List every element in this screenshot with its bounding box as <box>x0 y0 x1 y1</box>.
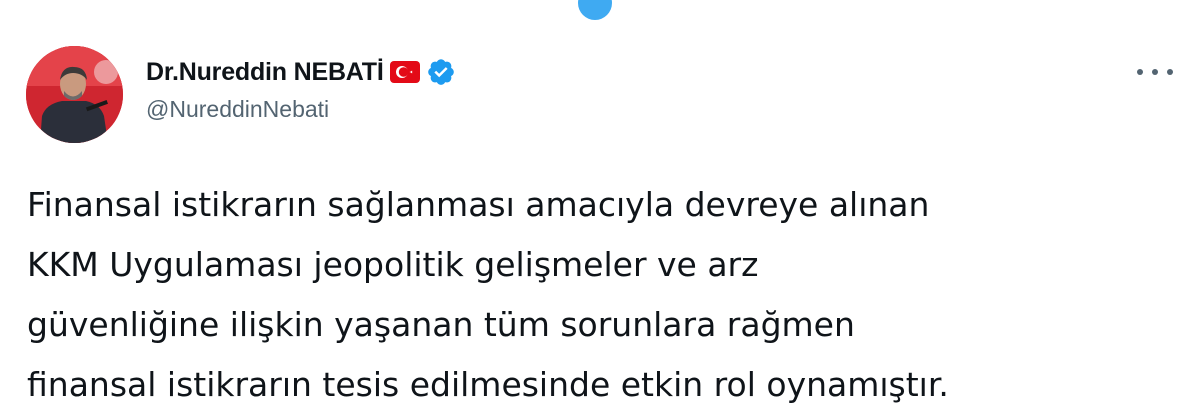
partial-top-icon <box>578 0 612 20</box>
tweet-text-line: güvenliğine ilişkin yaşanan tüm sorunlar… <box>27 305 855 344</box>
avatar[interactable] <box>26 46 123 143</box>
more-dot <box>1137 69 1143 75</box>
tweet-text-line: Finansal istikrarın sağlanması amacıyla … <box>27 185 930 224</box>
tweet-text-line: KKM Uygulaması jeopolitik gelişmeler ve … <box>27 245 759 284</box>
more-dot <box>1152 69 1158 75</box>
author-name-row: Dr.Nureddin NEBATİ <box>146 54 1160 90</box>
tweet-text-line: finansal istikrarın tesis edilmesinde et… <box>27 365 949 404</box>
more-dot <box>1167 69 1173 75</box>
author-display-name[interactable]: Dr.Nureddin NEBATİ <box>146 58 384 87</box>
avatar-photo-icon <box>26 46 123 143</box>
more-options-icon[interactable] <box>1137 60 1173 84</box>
turkey-flag-icon <box>389 61 420 83</box>
verified-badge-icon <box>426 57 456 87</box>
tweet-text: Finansal istikrarın sağlanması amacıyla … <box>27 175 1187 415</box>
author-handle[interactable]: @NureddinNebati <box>146 96 1160 123</box>
tweet-header: Dr.Nureddin NEBATİ @NureddinNebati <box>146 54 1160 134</box>
